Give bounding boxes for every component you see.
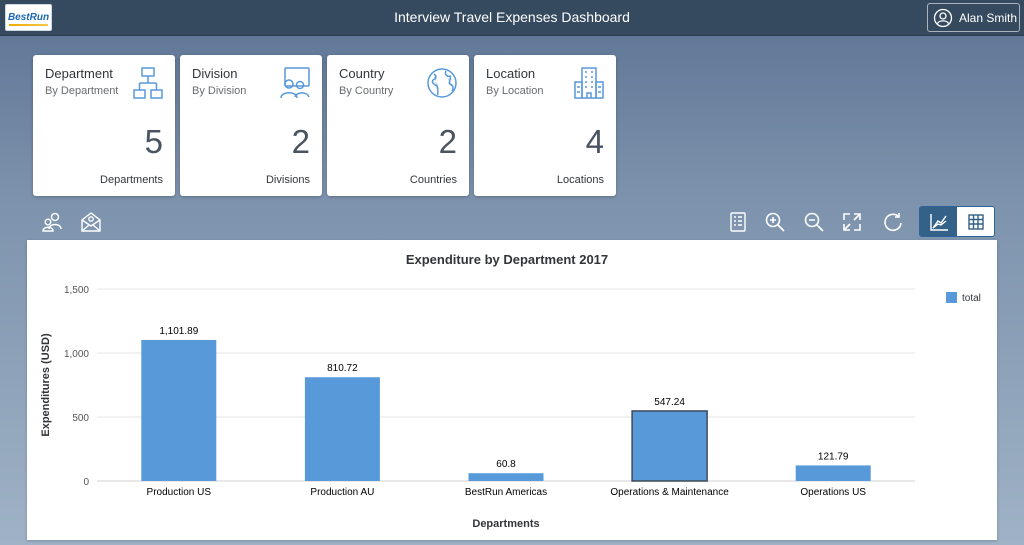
y-tick-label: 0 [83, 477, 89, 488]
tile-department[interactable]: Department By Department 5 Departments [33, 55, 175, 196]
building-icon [574, 67, 604, 99]
x-tick-label: Operations & Maintenance [610, 487, 729, 498]
tile-unit: Countries [409, 174, 457, 186]
users-icon[interactable] [42, 211, 64, 233]
tile-value: 2 [291, 123, 310, 160]
refresh-icon[interactable] [882, 211, 904, 233]
user-name: Alan Smith [959, 10, 1018, 25]
y-axis-label: Expenditures (USD) [40, 333, 52, 437]
legend-swatch [946, 292, 957, 303]
legend-label: total [962, 293, 981, 304]
table-view-button[interactable] [957, 207, 994, 236]
chart-view-button[interactable] [920, 207, 957, 236]
bar [141, 339, 217, 481]
org-chart-icon [133, 67, 163, 99]
tile-country[interactable]: Country By Country 2 Countries [327, 55, 469, 196]
user-menu-button[interactable]: Alan Smith [927, 3, 1020, 32]
y-tick-label: 500 [72, 413, 89, 424]
bar [468, 473, 544, 481]
bar [304, 377, 380, 481]
bar [795, 465, 871, 481]
y-tick-label: 1,000 [64, 349, 89, 360]
tile-location[interactable]: Location By Location 4 Locations [474, 55, 616, 196]
tile-value: 4 [585, 123, 604, 160]
bar [631, 410, 708, 482]
tile-division[interactable]: Division By Division 2 Divisions [180, 55, 322, 196]
bar-chart: Expenditure by Department 2017 0 500 1,000 1… [40, 252, 981, 530]
x-axis-label: Departments [472, 518, 539, 530]
zoom-out-icon[interactable] [803, 211, 825, 233]
table-icon [967, 213, 984, 230]
x-tick-label: Production AU [310, 487, 374, 498]
zoom-in-icon[interactable] [764, 211, 786, 233]
tile-unit: Locations [556, 174, 604, 186]
x-tick-label: Operations US [800, 487, 866, 498]
view-toggle [919, 206, 995, 237]
tile-value: 5 [144, 123, 163, 160]
group-icon [280, 67, 310, 99]
data-label: 60.8 [496, 459, 516, 470]
app-title: Interview Travel Expenses Dashboard [394, 9, 630, 25]
data-label: 121.79 [818, 451, 849, 462]
tile-value: 2 [438, 123, 457, 160]
data-label: 810.72 [327, 363, 358, 374]
y-tick-label: 1,500 [64, 285, 89, 296]
legend-icon[interactable] [727, 211, 749, 233]
user-avatar-icon [933, 8, 953, 27]
x-tick-label: Production US [147, 487, 212, 498]
envelope-icon[interactable] [80, 211, 102, 233]
tile-unit: Departments [100, 174, 163, 186]
globe-icon [427, 68, 457, 98]
chart-title: Expenditure by Department 2017 [406, 252, 608, 267]
tile-unit: Divisions [265, 174, 310, 186]
data-label: 547.24 [654, 397, 685, 408]
chart-panel: Expenditure by Department 2017 0 500 1,000 1… [27, 240, 997, 540]
fullscreen-icon[interactable] [841, 211, 863, 233]
line-chart-icon [929, 213, 948, 231]
shell-header: BestRun Interview Travel Expenses Dashbo… [0, 0, 1024, 36]
data-label: 1,101.89 [159, 326, 198, 337]
x-tick-label: BestRun Americas [465, 487, 547, 498]
